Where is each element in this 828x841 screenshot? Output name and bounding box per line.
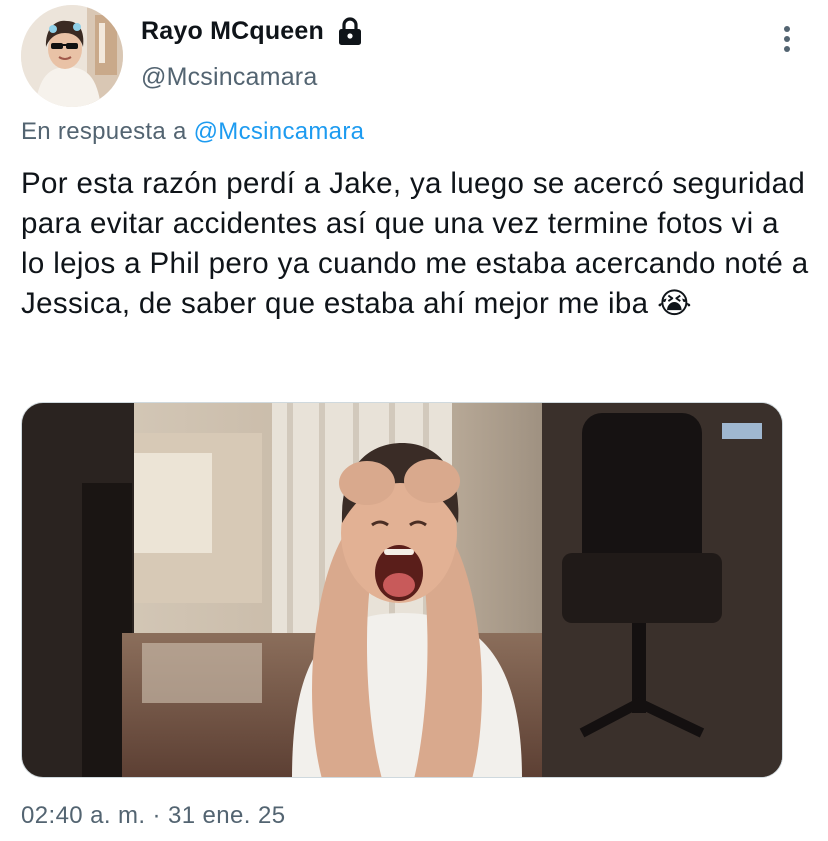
more-dot-icon xyxy=(784,46,790,52)
crying-kid-gif xyxy=(22,403,782,777)
more-options-button[interactable] xyxy=(772,22,802,56)
avatar[interactable] xyxy=(21,5,123,107)
lock-icon xyxy=(336,16,364,46)
user-name-row: Rayo MCqueen xyxy=(141,16,364,46)
crying-emoji: 😭 xyxy=(656,287,692,320)
reply-mention-link[interactable]: @Mcsincamara xyxy=(194,118,365,145)
tweet-timestamp[interactable]: 02:40 a. m. · 31 ene. 25 xyxy=(21,802,285,830)
avatar-image xyxy=(21,5,123,107)
tweet-text: Por esta razón perdí a Jake, ya luego se… xyxy=(21,164,811,324)
tweet-media[interactable] xyxy=(21,402,783,778)
display-name[interactable]: Rayo MCqueen xyxy=(141,17,324,46)
more-dot-icon xyxy=(784,36,790,42)
reply-prefix: En respuesta a xyxy=(21,118,187,145)
reply-context: En respuesta a @Mcsincamara xyxy=(21,118,364,146)
tweet-body: Por esta razón perdí a Jake, ya luego se… xyxy=(21,167,818,320)
tweet-card: Rayo MCqueen @Mcsincamara En respuesta a… xyxy=(0,0,828,841)
user-handle[interactable]: @Mcsincamara xyxy=(141,63,317,92)
more-dot-icon xyxy=(784,26,790,32)
